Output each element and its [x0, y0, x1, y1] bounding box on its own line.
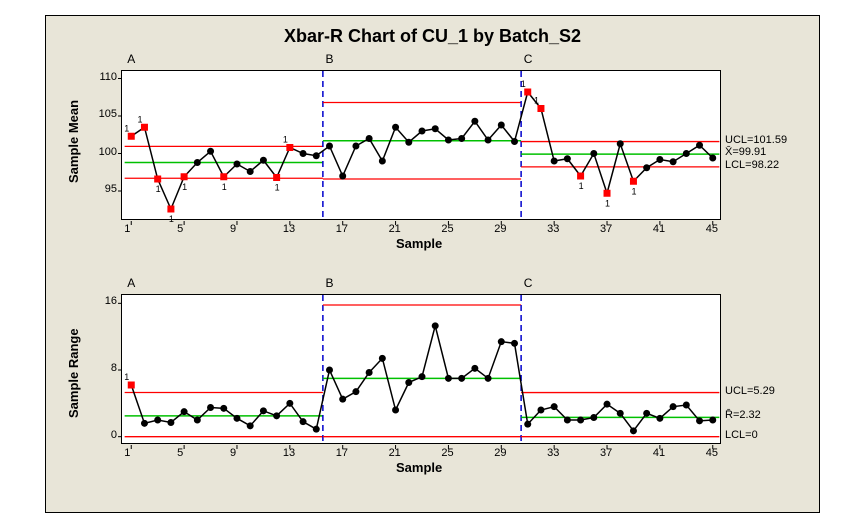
svg-text:1: 1 — [521, 79, 526, 89]
stage-label: A — [127, 276, 135, 290]
svg-text:1: 1 — [182, 182, 187, 192]
x-tick-label: 9 — [230, 223, 236, 235]
y-tick-label: 105 — [89, 108, 117, 120]
x-tick-label: 41 — [653, 223, 665, 235]
y-tick-label: 95 — [89, 183, 117, 195]
x-tick-label: 17 — [336, 223, 348, 235]
limit-label: UCL=101.59 — [725, 134, 787, 146]
y-tick-label: 110 — [89, 71, 117, 83]
limit-label: UCL=5.29 — [725, 385, 775, 397]
x-tick-label: 33 — [547, 447, 559, 459]
r-ylabel: Sample Range — [66, 328, 81, 418]
svg-text:1: 1 — [275, 183, 280, 193]
x-tick-label: 41 — [653, 447, 665, 459]
svg-text:1: 1 — [137, 114, 142, 124]
svg-text:1: 1 — [222, 182, 227, 192]
x-tick-label: 25 — [441, 447, 453, 459]
xbar-ylabel: Sample Mean — [66, 100, 81, 183]
limit-label: X̄=99.91 — [725, 146, 766, 158]
x-tick-label: 37 — [600, 447, 612, 459]
chart-title: Xbar-R Chart of CU_1 by Batch_S2 — [46, 26, 819, 47]
r-xlabel: Sample — [396, 460, 442, 475]
x-tick-label: 13 — [283, 223, 295, 235]
x-tick-label: 9 — [230, 447, 236, 459]
limit-label: R̄=2.32 — [725, 409, 761, 421]
chart-panel: Xbar-R Chart of CU_1 by Batch_S2 1111111… — [45, 15, 820, 513]
svg-text:1: 1 — [631, 186, 636, 196]
y-tick-label: 100 — [89, 146, 117, 158]
stage-label: B — [325, 52, 333, 66]
svg-text:1: 1 — [283, 135, 288, 145]
svg-text:1: 1 — [124, 372, 129, 382]
x-tick-label: 13 — [283, 447, 295, 459]
svg-text:1: 1 — [605, 198, 610, 208]
r-plot: 1 — [121, 294, 721, 444]
svg-text:1: 1 — [534, 96, 539, 106]
limit-label: LCL=0 — [725, 429, 758, 441]
x-tick-label: 33 — [547, 223, 559, 235]
y-tick-label: 0 — [89, 429, 117, 441]
svg-text:1: 1 — [169, 214, 174, 224]
x-tick-label: 21 — [389, 447, 401, 459]
xbar-plot: 1111111111111 — [121, 70, 721, 220]
x-tick-label: 5 — [177, 223, 183, 235]
svg-text:1: 1 — [579, 181, 584, 191]
x-tick-label: 21 — [389, 223, 401, 235]
stage-label: C — [524, 52, 533, 66]
x-tick-label: 25 — [441, 223, 453, 235]
xbar-xlabel: Sample — [396, 236, 442, 251]
x-tick-label: 45 — [706, 447, 718, 459]
x-tick-label: 37 — [600, 223, 612, 235]
svg-text:1: 1 — [156, 184, 161, 194]
y-tick-label: 8 — [89, 362, 117, 374]
x-tick-label: 5 — [177, 447, 183, 459]
x-tick-label: 29 — [494, 447, 506, 459]
y-tick-label: 16 — [89, 295, 117, 307]
x-tick-label: 17 — [336, 447, 348, 459]
x-tick-label: 1 — [124, 223, 130, 235]
limit-label: LCL=98.22 — [725, 159, 779, 171]
stage-label: A — [127, 52, 135, 66]
x-tick-label: 29 — [494, 223, 506, 235]
x-tick-label: 1 — [124, 447, 130, 459]
x-tick-label: 45 — [706, 223, 718, 235]
stage-label: C — [524, 276, 533, 290]
svg-text:1: 1 — [124, 123, 129, 133]
chart-frame: Xbar-R Chart of CU_1 by Batch_S2 1111111… — [0, 0, 865, 532]
stage-label: B — [325, 276, 333, 290]
